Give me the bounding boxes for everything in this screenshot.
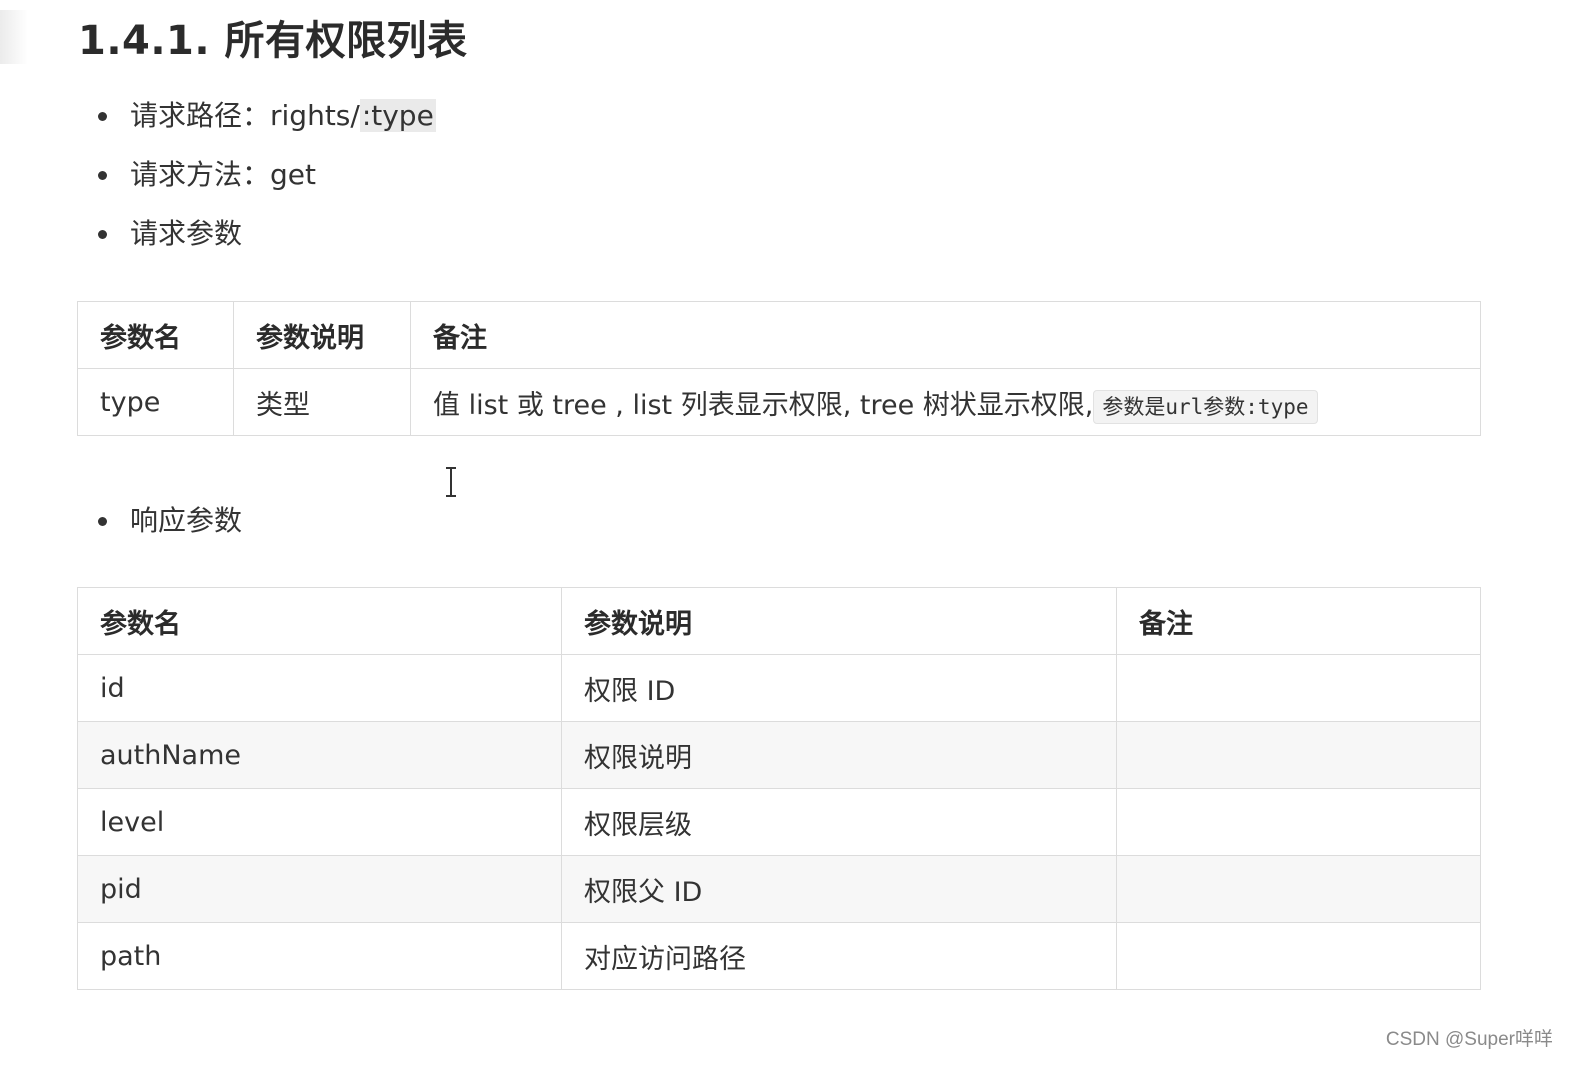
request-path-type-highlight: :type <box>359 99 436 132</box>
table-row: authName 权限说明 <box>77 721 1481 789</box>
response-params-label: 响应参数 <box>130 504 243 537</box>
cell-note <box>1116 788 1481 856</box>
request-params-table: 参数名 参数说明 备注 type 类型 值 list 或 tree , list… <box>77 301 1481 436</box>
cell-param-desc: 权限说明 <box>561 721 1117 789</box>
page-title: 1.4.1. 所有权限列表 <box>78 18 468 64</box>
table-row: id 权限 ID <box>77 654 1481 722</box>
cell-note <box>1116 654 1481 722</box>
cell-param-name: level <box>77 788 562 856</box>
text-cursor-icon <box>446 467 456 497</box>
cell-param-name: type <box>77 368 234 436</box>
cell-param-name: authName <box>77 721 562 789</box>
cell-param-name: pid <box>77 855 562 923</box>
header-param-desc: 参数说明 <box>561 587 1117 655</box>
request-info-list: 请求路径：rights/:type 请求方法：get 请求参数 <box>96 90 436 267</box>
table-row: path 对应访问路径 <box>77 922 1481 990</box>
cell-param-desc: 类型 <box>233 368 411 436</box>
response-info-list: 响应参数 <box>96 495 242 554</box>
inline-code: 参数是url参数:type <box>1093 389 1318 424</box>
header-param-name: 参数名 <box>77 587 562 655</box>
list-item-response-params: 响应参数 <box>96 495 242 554</box>
cell-param-name: id <box>77 654 562 722</box>
list-item-request-method: 请求方法：get <box>96 149 436 208</box>
table-row: pid 权限父 ID <box>77 855 1481 923</box>
request-params-label: 请求参数 <box>130 217 243 250</box>
table-row: type 类型 值 list 或 tree , list 列表显示权限, tre… <box>77 368 1481 436</box>
cell-note <box>1116 922 1481 990</box>
header-note: 备注 <box>1116 587 1481 655</box>
cell-param-desc: 对应访问路径 <box>561 922 1117 990</box>
bullet-dot-icon <box>98 112 107 121</box>
header-note: 备注 <box>410 301 1481 369</box>
document-page: 1.4.1. 所有权限列表 请求路径：rights/:type 请求方法：get… <box>0 0 1587 1065</box>
cell-note: 值 list 或 tree , list 列表显示权限, tree 树状显示权限… <box>410 368 1481 436</box>
cell-param-desc: 权限父 ID <box>561 855 1117 923</box>
csdn-watermark: CSDN @Super咩咩 <box>1385 1029 1553 1050</box>
cell-param-desc: 权限 ID <box>561 654 1117 722</box>
header-param-desc: 参数说明 <box>233 301 411 369</box>
cell-param-desc: 权限层级 <box>561 788 1117 856</box>
request-method-label: 请求方法： <box>130 158 271 191</box>
request-path-label: 请求路径： <box>130 99 271 132</box>
request-path-value: rights/ <box>270 99 360 132</box>
request-method-value: get <box>270 158 316 191</box>
bullet-dot-icon <box>98 230 107 239</box>
cell-note <box>1116 855 1481 923</box>
bullet-dot-icon <box>98 171 107 180</box>
cell-param-name: path <box>77 922 562 990</box>
note-text: 值 list 或 tree , list 列表显示权限, tree 树状显示权限… <box>433 389 1094 421</box>
cell-note <box>1116 721 1481 789</box>
bullet-dot-icon <box>98 517 107 526</box>
table-header-row: 参数名 参数说明 备注 <box>77 587 1481 655</box>
table-row: level 权限层级 <box>77 788 1481 856</box>
response-params-table: 参数名 参数说明 备注 id 权限 ID authName 权限说明 level… <box>77 587 1481 990</box>
list-item-request-path: 请求路径：rights/:type <box>96 90 436 149</box>
left-edge-artifact <box>0 10 28 64</box>
table-header-row: 参数名 参数说明 备注 <box>77 301 1481 369</box>
list-item-request-params: 请求参数 <box>96 208 436 267</box>
header-param-name: 参数名 <box>77 301 234 369</box>
